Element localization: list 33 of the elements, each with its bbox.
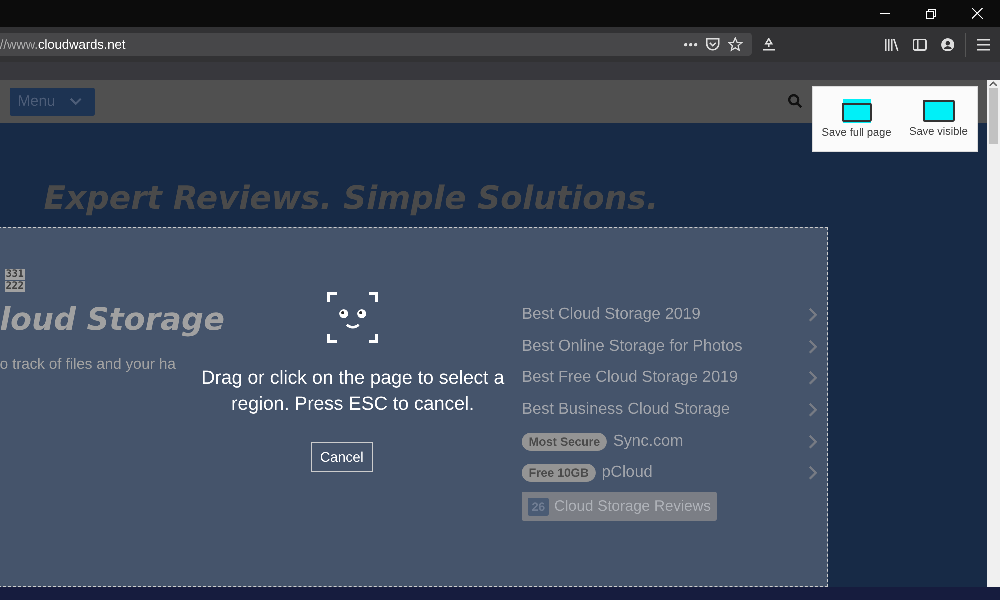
close-icon[interactable] [972, 8, 982, 19]
restore-icon[interactable] [926, 8, 936, 18]
scroll-thumb[interactable] [989, 88, 998, 144]
chevron-icon [70, 98, 82, 106]
article-link[interactable]: Best Free Cloud Storage 2019 [522, 369, 802, 388]
provider-link[interactable]: pCloud [602, 464, 802, 482]
tag-label: Free 10GB [522, 464, 596, 482]
counter-label: 222 [5, 281, 26, 292]
hero-text: o track of files and your ha [0, 356, 176, 373]
chevron-icon [808, 370, 818, 386]
article-link[interactable]: Best Business Cloud Storage [522, 400, 802, 419]
tag-label: Most Secure [522, 432, 608, 451]
cancel-button[interactable]: Cancel [311, 442, 373, 472]
save-option[interactable]: Save visible [909, 100, 968, 138]
counter-label: 331 [5, 269, 26, 280]
chevron-icon [808, 402, 818, 418]
face-icon [327, 292, 379, 344]
chevron-icon [808, 306, 818, 323]
hero-title: loud Storage [0, 302, 225, 338]
scrollbar[interactable] [987, 80, 1000, 587]
selection-area[interactable] [0, 227, 828, 587]
chevron-icon [808, 465, 818, 482]
address-field[interactable]: //www.cloudwards.net [0, 33, 752, 56]
window-icon [922, 100, 955, 122]
save-option[interactable]: Save full page [822, 99, 892, 139]
article-link[interactable]: Best Online Storage for Photos [522, 338, 802, 356]
article-link[interactable]: Best Cloud Storage 2019 [522, 306, 802, 324]
instruction-text: Drag or click on the page to select a region. Press ESC to cancel. [200, 367, 506, 417]
provider-link[interactable]: Sync.com [613, 432, 802, 451]
minimize-icon[interactable] [880, 12, 890, 14]
chevron-icon [808, 434, 818, 450]
chevron-icon [808, 338, 818, 355]
page-icon [842, 99, 872, 123]
